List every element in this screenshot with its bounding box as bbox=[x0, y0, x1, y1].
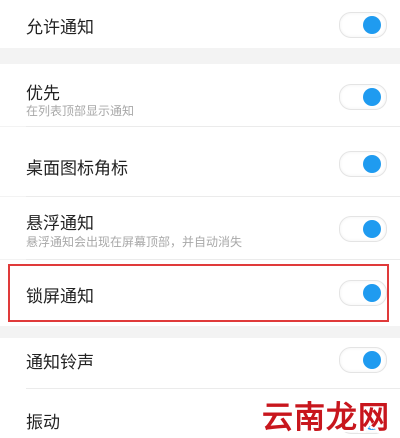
ringtone-label: 通知铃声 bbox=[26, 353, 94, 373]
setting-row-floating-notifications[interactable]: 悬浮通知 悬浮通知会出现在屏幕顶部，并自动消失 bbox=[0, 197, 400, 259]
priority-description: 在列表顶部显示通知 bbox=[26, 104, 135, 118]
allow-notifications-toggle[interactable] bbox=[339, 12, 387, 38]
ringtone-toggle[interactable] bbox=[339, 347, 387, 373]
setting-row-allow-notifications[interactable]: 允许通知 bbox=[0, 0, 400, 48]
floating-notifications-description: 悬浮通知会出现在屏幕顶部，并自动消失 bbox=[26, 235, 243, 249]
toggle-knob bbox=[363, 351, 381, 369]
toggle-knob bbox=[363, 155, 381, 173]
allow-notifications-label: 允许通知 bbox=[26, 18, 94, 38]
desktop-badge-toggle[interactable] bbox=[339, 151, 387, 177]
priority-label: 优先 bbox=[26, 84, 60, 104]
desktop-badge-label: 桌面图标角标 bbox=[26, 159, 128, 179]
vibrate-label: 振动 bbox=[26, 413, 60, 433]
floating-notifications-toggle[interactable] bbox=[339, 216, 387, 242]
toggle-knob bbox=[363, 88, 381, 106]
priority-toggle[interactable] bbox=[339, 84, 387, 110]
highlight-box bbox=[8, 264, 389, 322]
setting-row-priority[interactable]: 优先 在列表顶部显示通知 bbox=[0, 64, 400, 126]
floating-notifications-label: 悬浮通知 bbox=[26, 214, 94, 234]
toggle-knob bbox=[363, 16, 381, 34]
watermark-logo: 云南龙网 bbox=[262, 400, 390, 436]
setting-row-desktop-badge[interactable]: 桌面图标角标 bbox=[0, 127, 400, 196]
toggle-knob bbox=[363, 220, 381, 238]
divider bbox=[26, 388, 400, 389]
